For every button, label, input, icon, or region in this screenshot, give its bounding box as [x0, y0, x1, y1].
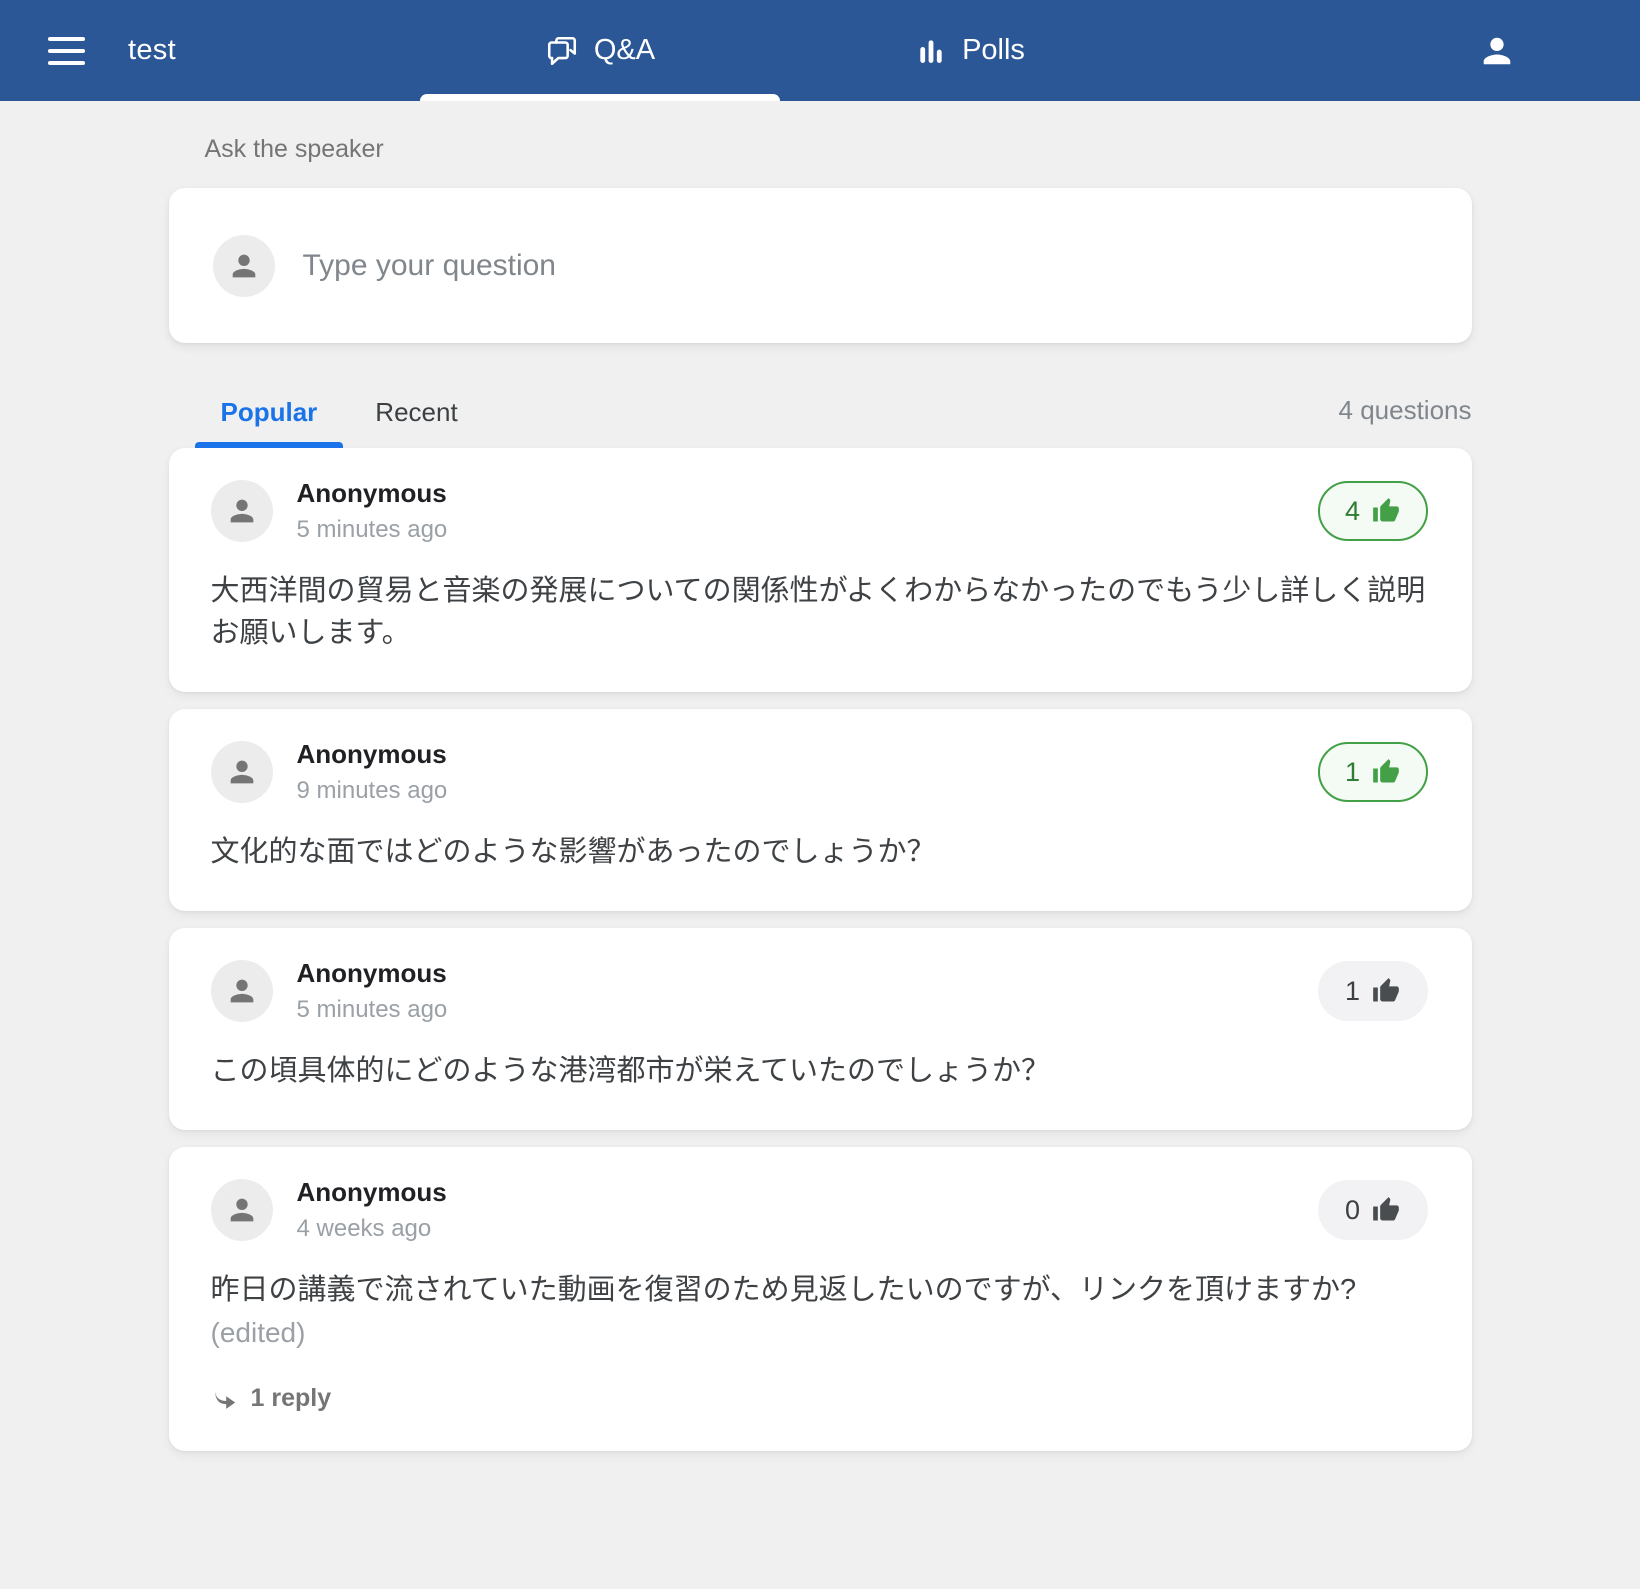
filter-tab-recent[interactable]: Recent	[349, 397, 483, 448]
like-count: 0	[1345, 1195, 1360, 1226]
like-count: 1	[1345, 976, 1360, 1007]
reply-count-label: 1 reply	[251, 1384, 332, 1413]
like-count: 1	[1345, 757, 1360, 788]
thumbs-up-icon	[1372, 1196, 1400, 1224]
question-timestamp: 5 minutes ago	[297, 516, 448, 544]
tab-polls-label: Polls	[962, 34, 1025, 67]
question-timestamp: 5 minutes ago	[297, 996, 448, 1024]
question-card: Anonymous 5 minutes ago 4 大西洋間の貿易と音楽の発展に…	[169, 448, 1472, 692]
filter-row: Popular Recent 4 questions	[169, 395, 1472, 448]
question-text: 文化的な面ではどのような影響があったのでしょうか？	[211, 831, 1428, 873]
qa-main: Ask the speaker Popular Recent 4 questio…	[169, 135, 1472, 1451]
tab-polls[interactable]: Polls	[790, 0, 1150, 101]
question-timestamp: 9 minutes ago	[297, 777, 448, 805]
question-avatar	[211, 480, 273, 542]
popular-tab-underline	[195, 442, 344, 448]
app-header: test Q&A Polls	[0, 0, 1640, 101]
question-count: 4 questions	[1339, 395, 1472, 448]
question-input[interactable]	[303, 249, 1428, 283]
question-avatar	[211, 741, 273, 803]
question-author: Anonymous	[297, 1177, 447, 1208]
tab-qa[interactable]: Q&A	[420, 0, 780, 101]
like-count: 4	[1345, 496, 1360, 527]
profile-person-icon[interactable]	[1473, 27, 1521, 75]
question-avatar	[211, 960, 273, 1022]
reply-arrow-icon	[211, 1385, 238, 1412]
thumbs-up-icon	[1372, 977, 1400, 1005]
question-author: Anonymous	[297, 739, 448, 770]
user-avatar	[213, 235, 275, 297]
replies-toggle[interactable]: 1 reply	[211, 1384, 1428, 1413]
question-card: Anonymous 5 minutes ago 1 この頃具体的にどのような港湾…	[169, 928, 1472, 1130]
ask-section-label: Ask the speaker	[205, 135, 1472, 164]
thumbs-up-icon	[1372, 758, 1400, 786]
active-tab-indicator	[420, 94, 780, 101]
question-author: Anonymous	[297, 478, 448, 509]
like-button[interactable]: 1	[1318, 961, 1428, 1021]
thumbs-up-icon	[1372, 497, 1400, 525]
question-timestamp: 4 weeks ago	[297, 1215, 447, 1243]
question-text: 昨日の講義で流されていた動画を復習のため見返したいのですが、リンクを頂けますか?…	[211, 1269, 1428, 1354]
question-card: Anonymous 4 weeks ago 0 昨日の講義で流されていた動画を復…	[169, 1147, 1472, 1451]
like-button[interactable]: 0	[1318, 1180, 1428, 1240]
tab-qa-label: Q&A	[594, 34, 655, 67]
like-button[interactable]: 4	[1318, 481, 1428, 541]
question-author: Anonymous	[297, 958, 448, 989]
hamburger-menu-icon[interactable]	[48, 37, 85, 65]
ask-question-card	[169, 188, 1472, 343]
edited-label: (edited)	[211, 1313, 1428, 1354]
question-text: 大西洋間の貿易と音楽の発展についての関係性がよくわからなかったのでもう少し詳しく…	[211, 570, 1428, 654]
polls-bars-icon	[915, 35, 947, 67]
person-icon	[225, 1193, 259, 1227]
like-button[interactable]: 1	[1318, 742, 1428, 802]
person-icon	[225, 494, 259, 528]
question-text: この頃具体的にどのような港湾都市が栄えていたのでしょうか？	[211, 1050, 1428, 1092]
event-title: test	[128, 34, 176, 67]
person-icon	[225, 755, 259, 789]
person-icon	[227, 249, 261, 283]
qa-bubbles-icon	[545, 34, 579, 68]
question-card: Anonymous 9 minutes ago 1 文化的な面ではどのような影響…	[169, 709, 1472, 911]
person-icon	[225, 974, 259, 1008]
filter-tab-popular[interactable]: Popular	[195, 397, 344, 448]
header-tab-bar: Q&A Polls	[420, 0, 1150, 101]
question-avatar	[211, 1179, 273, 1241]
